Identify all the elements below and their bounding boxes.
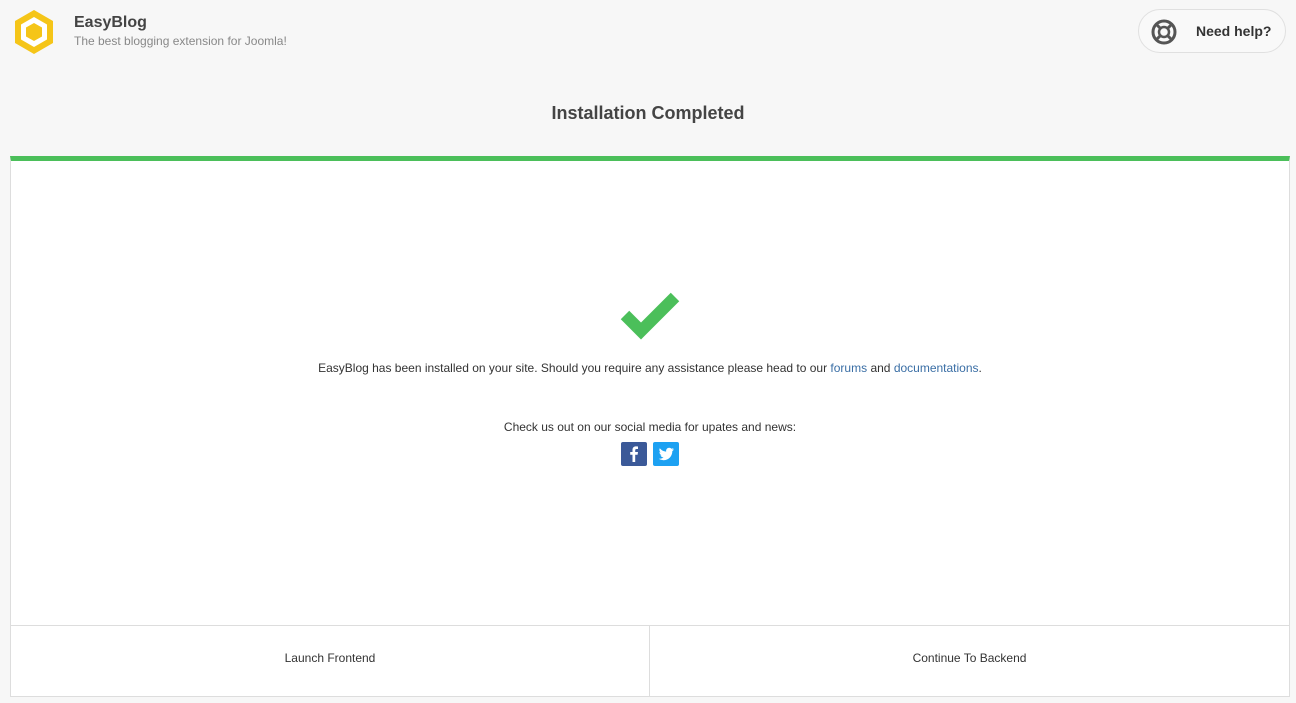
facebook-button[interactable]: [621, 442, 647, 466]
install-message-and: and: [867, 361, 894, 375]
install-message-text: EasyBlog has been installed on your site…: [318, 361, 831, 375]
launch-frontend-button[interactable]: Launch Frontend: [11, 626, 650, 697]
social-message: Check us out on our social media for upa…: [503, 420, 797, 434]
lifebuoy-icon: [1151, 19, 1177, 45]
need-help-label: Need help?: [1196, 23, 1272, 39]
need-help-button[interactable]: Need help?: [1138, 9, 1286, 53]
twitter-icon: [658, 447, 674, 461]
forums-link[interactable]: forums: [830, 361, 867, 375]
social-links: [621, 442, 681, 466]
install-message: EasyBlog has been installed on your site…: [11, 361, 1289, 375]
page-title: Installation Completed: [551, 103, 745, 123]
twitter-button[interactable]: [653, 442, 679, 466]
continue-to-backend-button[interactable]: Continue To Backend: [650, 626, 1289, 697]
checkmark-icon: [620, 292, 680, 340]
facebook-icon: [630, 446, 638, 462]
header: EasyBlog The best blogging extension for…: [0, 0, 1296, 72]
brand-name: EasyBlog: [74, 14, 147, 31]
brand-tagline: The best blogging extension for Joomla!: [74, 34, 287, 48]
easyblog-logo-icon: [15, 10, 53, 54]
documentations-link[interactable]: documentations: [894, 361, 979, 375]
footer-actions: Launch Frontend Continue To Backend: [11, 625, 1289, 697]
install-message-suffix: .: [978, 361, 982, 375]
completion-panel: EasyBlog has been installed on your site…: [10, 156, 1290, 697]
